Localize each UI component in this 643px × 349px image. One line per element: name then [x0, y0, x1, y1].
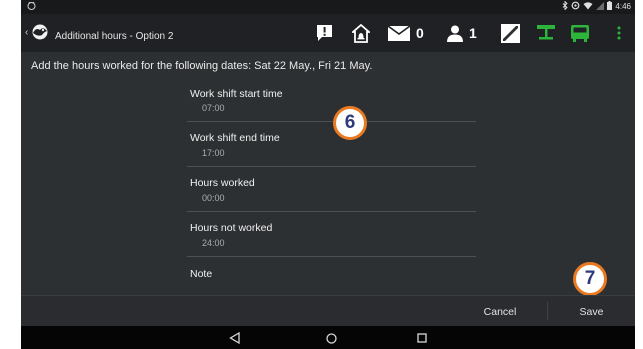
- home-icon[interactable]: [323, 330, 339, 346]
- app-logo-icon[interactable]: [30, 24, 50, 40]
- bluetooth-icon: [562, 0, 569, 12]
- status-icons: 4:46: [562, 0, 631, 12]
- recents-icon[interactable]: [414, 330, 430, 346]
- back-icon[interactable]: [226, 330, 242, 346]
- field-label: Work shift start time: [190, 88, 283, 100]
- field-value: 17:00: [202, 148, 225, 158]
- field-label: Note: [190, 268, 213, 280]
- battery-icon: [607, 1, 613, 12]
- status-time: 4:46: [615, 2, 631, 11]
- field-value: 00:00: [202, 193, 225, 203]
- cancel-button[interactable]: Cancel: [453, 297, 547, 326]
- mail-icon[interactable]: 0: [388, 23, 424, 43]
- note-field[interactable]: Note: [187, 257, 476, 295]
- work-shift-end-field[interactable]: Work shift end time 17:00: [187, 122, 476, 167]
- annotation-badge-7: 7: [573, 262, 607, 296]
- status-bar: 4:46: [21, 0, 635, 14]
- system-nav-bar: [21, 326, 635, 349]
- wifi-icon: [583, 1, 593, 12]
- field-value: 24:00: [202, 238, 225, 248]
- field-value: 07:00: [202, 103, 225, 113]
- action-bar: ‹ Additional hours - Option 2 0 1: [21, 14, 635, 52]
- android-debug-icon: [27, 1, 36, 13]
- field-label: Hours worked: [190, 177, 255, 189]
- up-navigation-icon[interactable]: ‹: [25, 27, 28, 38]
- network-icon[interactable]: [536, 23, 556, 43]
- diagonal-box-icon[interactable]: [501, 23, 520, 43]
- page-title: Additional hours - Option 2: [55, 31, 174, 42]
- home-alarm-icon[interactable]: [352, 23, 370, 43]
- overflow-menu-icon[interactable]: [617, 23, 621, 43]
- work-shift-start-field[interactable]: Work shift start time 07:00: [187, 79, 476, 122]
- device-screen: 4:46 ‹ Additional hours - Option 2 0 1 A…: [21, 0, 635, 349]
- annotation-badge-6: 6: [333, 106, 367, 140]
- field-label: Work shift end time: [190, 132, 280, 144]
- dialog-button-bar: Cancel Save: [21, 295, 635, 326]
- signal-icon: [596, 1, 605, 12]
- data-sync-icon: [571, 1, 580, 12]
- person-count: 1: [469, 25, 477, 41]
- bus-icon[interactable]: [570, 23, 590, 43]
- hours-not-worked-field[interactable]: Hours not worked 24:00: [187, 212, 476, 257]
- main-content: Add the hours worked for the following d…: [21, 52, 635, 296]
- person-icon[interactable]: 1: [447, 23, 477, 43]
- instruction-text: Add the hours worked for the following d…: [31, 60, 373, 72]
- field-label: Hours not worked: [190, 222, 273, 234]
- mail-count: 0: [416, 25, 424, 41]
- hours-worked-field[interactable]: Hours worked 00:00: [187, 167, 476, 212]
- alert-icon[interactable]: [316, 23, 333, 43]
- save-button[interactable]: Save: [548, 297, 635, 326]
